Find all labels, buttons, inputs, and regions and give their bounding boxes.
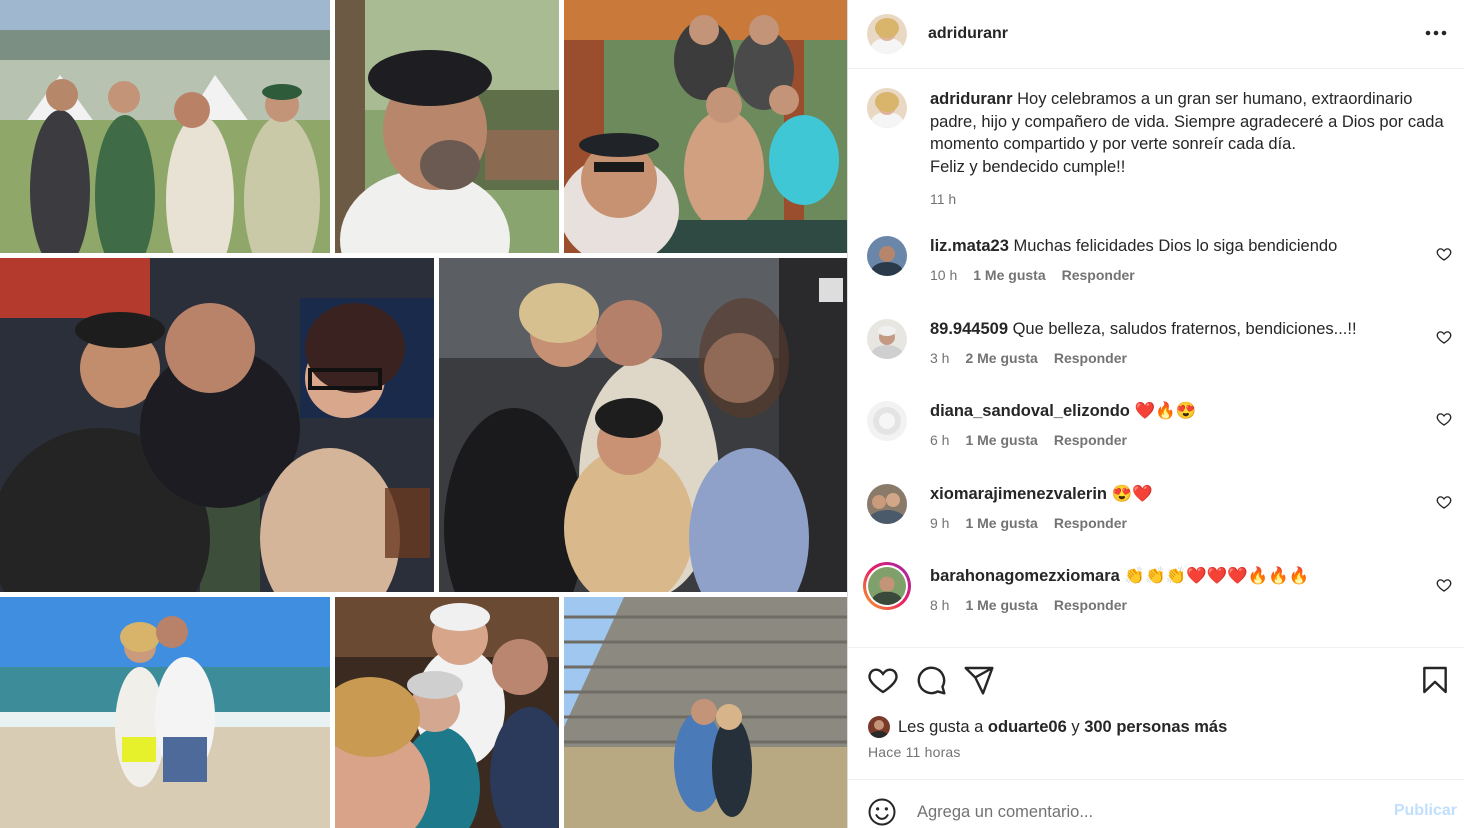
- like-icon[interactable]: [867, 664, 899, 696]
- more-options-button[interactable]: [1425, 22, 1447, 44]
- caption-body: adriduranr Hoy celebramos a un gran ser …: [930, 88, 1447, 211]
- commenter-avatar: [868, 567, 906, 605]
- comment-meta: 3 h 2 Me gusta Responder: [930, 350, 1143, 366]
- comment-text: Muchas felicidades Dios lo siga bendicie…: [1013, 237, 1338, 255]
- comment-likes[interactable]: 1 Me gusta: [965, 597, 1037, 613]
- comment-likes[interactable]: 1 Me gusta: [973, 267, 1045, 283]
- comment-meta: 10 h 1 Me gusta Responder: [930, 267, 1151, 283]
- comment-text: ❤️🔥😍: [1134, 402, 1197, 420]
- publish-button[interactable]: Publicar: [1394, 802, 1457, 820]
- photo-man-cap-profile: [335, 0, 559, 253]
- caption-text-block: adriduranr Hoy celebramos a un gran ser …: [930, 88, 1447, 178]
- comment-line: diana_sandoval_elizondo ❤️🔥😍: [930, 401, 1196, 421]
- post-actions: [867, 664, 1447, 698]
- likes-others[interactable]: 300 personas más: [1084, 718, 1227, 737]
- comment-meta: 9 h 1 Me gusta Responder: [930, 515, 1143, 531]
- heart-small-icon[interactable]: [1436, 494, 1452, 510]
- comment-item: liz.mata23 Muchas felicidades Dios lo si…: [867, 236, 1452, 288]
- comment-username[interactable]: barahonagomezxiomara: [930, 567, 1120, 585]
- post-timestamp[interactable]: Hace 11 horas: [868, 744, 961, 760]
- save-icon[interactable]: [1419, 664, 1451, 696]
- comment-likes[interactable]: 2 Me gusta: [965, 350, 1037, 366]
- comment-icon[interactable]: [915, 664, 947, 696]
- comment-reply-button[interactable]: Responder: [1054, 432, 1127, 448]
- photo-group-selfie: [564, 0, 847, 253]
- likes-user[interactable]: oduarte06: [988, 718, 1067, 737]
- photo-pyramid-couple: [564, 597, 847, 828]
- photo-family-elders: [335, 597, 559, 828]
- comment-line: barahonagomezxiomara 👏👏👏❤️❤️❤️🔥🔥🔥: [930, 566, 1309, 586]
- comment-item: 89.944509 Que belleza, saludos fraternos…: [867, 319, 1452, 371]
- likes-prefix: Les gusta a: [898, 717, 984, 736]
- photo-family-four: [439, 258, 847, 592]
- comment-line: liz.mata23 Muchas felicidades Dios lo si…: [930, 236, 1337, 256]
- comment-reply-button[interactable]: Responder: [1054, 515, 1127, 531]
- post-header: adriduranr: [848, 0, 1464, 69]
- comment-username[interactable]: liz.mata23: [930, 237, 1009, 255]
- photo-couple-beach: [0, 597, 330, 828]
- comment-reply-button[interactable]: Responder: [1054, 597, 1127, 613]
- comment-likes[interactable]: 1 Me gusta: [965, 432, 1037, 448]
- comment-text: 👏👏👏❤️❤️❤️🔥🔥🔥: [1124, 567, 1310, 585]
- comment-text: 😍❤️: [1111, 485, 1153, 503]
- comment-item: xiomarajimenezvalerin 😍❤️ 9 h 1 Me gusta…: [867, 484, 1452, 536]
- photo-trio-restaurant: [0, 258, 434, 592]
- comment-time: 3 h: [930, 350, 950, 366]
- comment-item: barahonagomezxiomara 👏👏👏❤️❤️❤️🔥🔥🔥 8 h 1 …: [863, 562, 1452, 618]
- comment-item: diana_sandoval_elizondo ❤️🔥😍 6 h 1 Me gu…: [867, 401, 1452, 453]
- share-icon[interactable]: [963, 664, 995, 696]
- commenter-avatar[interactable]: [867, 401, 907, 441]
- photo-collage[interactable]: [0, 0, 847, 828]
- heart-small-icon[interactable]: [1436, 246, 1452, 262]
- post-caption: adriduranr Hoy celebramos a un gran ser …: [867, 88, 1447, 211]
- likes-joiner: y: [1071, 717, 1080, 736]
- heart-small-icon[interactable]: [1436, 577, 1452, 593]
- caption-time: 11 h: [930, 191, 957, 207]
- emoji-icon[interactable]: [867, 797, 897, 827]
- comment-input[interactable]: [917, 802, 1357, 822]
- caption-author-avatar[interactable]: [867, 88, 907, 128]
- comment-time: 9 h: [930, 515, 950, 531]
- more-horizontal-icon: [1425, 30, 1447, 36]
- comment-time: 6 h: [930, 432, 950, 448]
- comment-line: 89.944509 Que belleza, saludos fraternos…: [930, 319, 1357, 339]
- comment-username[interactable]: diana_sandoval_elizondo: [930, 402, 1130, 420]
- commenter-story-ring[interactable]: [863, 562, 911, 610]
- likes-summary: Les gusta a oduarte06 y 300 personas más: [868, 716, 1227, 738]
- actions-divider: [848, 647, 1464, 648]
- heart-small-icon[interactable]: [1436, 411, 1452, 427]
- comment-username[interactable]: xiomarajimenezvalerin: [930, 485, 1107, 503]
- liker-avatar[interactable]: [868, 716, 890, 738]
- comment-time: 10 h: [930, 267, 958, 283]
- comment-divider: [848, 779, 1464, 780]
- post-details-panel: adriduranr adriduranr Hoy celebramos a u…: [847, 0, 1464, 828]
- author-username[interactable]: adriduranr: [928, 25, 1008, 43]
- comment-meta: 6 h 1 Me gusta Responder: [930, 432, 1143, 448]
- comment-meta: 8 h 1 Me gusta Responder: [930, 597, 1143, 613]
- author-avatar[interactable]: [867, 14, 907, 54]
- comment-likes[interactable]: 1 Me gusta: [965, 515, 1037, 531]
- comment-time: 8 h: [930, 597, 950, 613]
- comment-reply-button[interactable]: Responder: [1054, 350, 1127, 366]
- comment-line: xiomarajimenezvalerin 😍❤️: [930, 484, 1153, 504]
- comment-username[interactable]: 89.944509: [930, 320, 1008, 338]
- heart-small-icon[interactable]: [1436, 329, 1452, 345]
- commenter-avatar[interactable]: [867, 319, 907, 359]
- commenter-avatar[interactable]: [867, 484, 907, 524]
- comment-text: Que belleza, saludos fraternos, bendicio…: [1012, 320, 1357, 338]
- comment-reply-button[interactable]: Responder: [1062, 267, 1135, 283]
- photo-family-mountains: [0, 0, 330, 253]
- commenter-avatar[interactable]: [867, 236, 907, 276]
- caption-username[interactable]: adriduranr: [930, 90, 1013, 108]
- instagram-post-view: adriduranr adriduranr Hoy celebramos a u…: [0, 0, 1464, 828]
- add-comment-bar: Publicar: [867, 795, 1457, 828]
